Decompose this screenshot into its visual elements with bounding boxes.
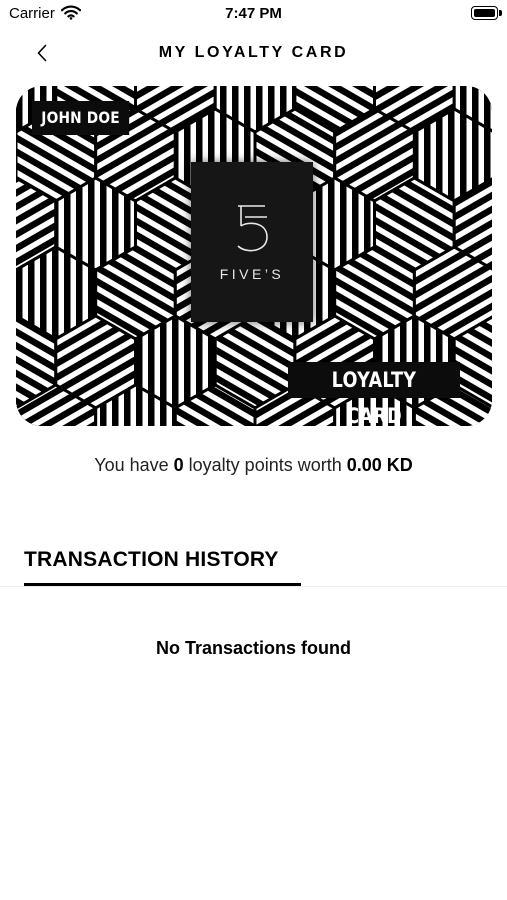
tab-transaction-history[interactable]: TRANSACTION HISTORY <box>24 548 279 572</box>
points-middle: loyalty points worth <box>183 455 347 475</box>
brand-name: FIVE’S <box>219 266 285 282</box>
card-label: LOYALTY CARD <box>288 362 460 426</box>
battery-cap <box>499 10 502 16</box>
brand-logo: FIVE’S <box>191 162 313 322</box>
empty-transactions-message: No Transactions found <box>155 638 351 658</box>
tab-divider <box>0 586 507 587</box>
points-amount: 0.00 KD <box>346 455 413 475</box>
card-label-text: LOYALTY CARD <box>331 368 417 426</box>
page-title: MY LOYALTY CARD <box>158 44 349 61</box>
points-summary: You have 0 loyalty points worth 0.00 KD <box>0 455 507 476</box>
clock: 7:47 PM <box>225 5 282 22</box>
points-prefix: You have <box>94 455 174 475</box>
points-value: 0 <box>173 455 184 475</box>
loyalty-card: JOHN DOE FIVE’S LOYALTY CARD <box>16 86 492 426</box>
battery-icon <box>471 6 498 20</box>
card-holder-name: JOHN DOE <box>32 101 130 135</box>
status-bar: Carrier 7:47 PM <box>0 0 507 28</box>
brand-five-mark <box>237 205 268 252</box>
